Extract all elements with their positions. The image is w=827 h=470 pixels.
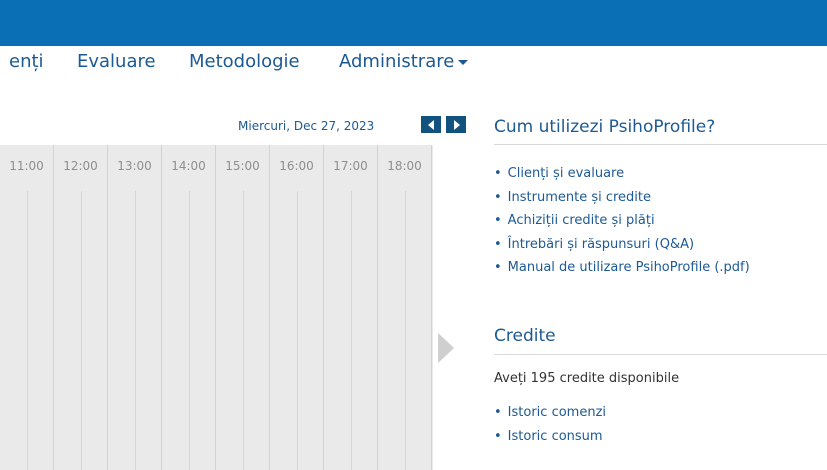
calendar-grid[interactable]: 11:00 12:00 13:00 14:00 15:00 16:00 17:0… [0, 145, 433, 470]
prev-day-button[interactable] [421, 116, 441, 133]
credits-title: Credite [494, 326, 556, 346]
help-title: Cum utilizezi PsihoProfile? [494, 117, 716, 137]
half-hour-line [351, 191, 352, 470]
hour-label: 15:00 [225, 159, 260, 173]
hour-column[interactable]: 15:00 [216, 145, 270, 470]
hour-label: 12:00 [63, 159, 98, 173]
hour-column[interactable]: 14:00 [162, 145, 216, 470]
help-link-qa[interactable]: Întrebări și răspunsuri (Q&A) [494, 233, 750, 257]
hour-label: 14:00 [171, 159, 206, 173]
scroll-right-arrow-icon[interactable] [438, 333, 454, 363]
nav-item-metodologie[interactable]: Metodologie [189, 48, 300, 76]
half-hour-line [81, 191, 82, 470]
half-hour-line [243, 191, 244, 470]
nav-item-administrare[interactable]: Administrare [339, 48, 469, 76]
help-link-achizitii[interactable]: Achiziții credite și plăți [494, 209, 750, 233]
hour-column[interactable]: 17:00 [324, 145, 378, 470]
hour-column[interactable]: 11:00 [0, 145, 54, 470]
nav-item-clienti[interactable]: enți [9, 48, 44, 76]
hour-column[interactable]: 16:00 [270, 145, 324, 470]
arrow-left-icon [428, 120, 434, 130]
divider [494, 354, 827, 355]
hour-label: 18:00 [387, 159, 422, 173]
next-day-button[interactable] [446, 116, 466, 133]
credits-link-istoric-consum[interactable]: Istoric consum [494, 425, 606, 449]
help-link-clienti[interactable]: Clienți și evaluare [494, 162, 750, 186]
half-hour-line [135, 191, 136, 470]
hour-column[interactable]: 13:00 [108, 145, 162, 470]
hour-label: 13:00 [117, 159, 152, 173]
half-hour-line [27, 191, 28, 470]
hour-column[interactable]: 12:00 [54, 145, 108, 470]
half-hour-line [189, 191, 190, 470]
hour-label: 16:00 [279, 159, 314, 173]
help-links: Clienți și evaluare Instrumente și credi… [494, 162, 750, 280]
top-header-bar [0, 0, 827, 46]
credits-available-text: Aveți 195 credite disponibile [494, 371, 680, 386]
help-link-instrumente[interactable]: Instrumente și credite [494, 186, 750, 210]
hour-label: 11:00 [9, 159, 44, 173]
nav-item-evaluare[interactable]: Evaluare [77, 48, 156, 76]
divider [494, 144, 827, 145]
chevron-down-icon [458, 59, 469, 65]
credits-links: Istoric comenzi Istoric consum [494, 401, 606, 448]
hour-label: 17:00 [333, 159, 368, 173]
half-hour-line [405, 191, 406, 470]
nav-item-administrare-label: Administrare [339, 51, 455, 72]
calendar-date: Miercuri, Dec 27, 2023 [238, 119, 375, 133]
arrow-right-icon [454, 120, 460, 130]
credits-link-istoric-comenzi[interactable]: Istoric comenzi [494, 401, 606, 425]
half-hour-line [297, 191, 298, 470]
hour-column[interactable]: 18:00 [378, 145, 432, 470]
help-link-manual[interactable]: Manual de utilizare PsihoProfile (.pdf) [494, 256, 750, 280]
